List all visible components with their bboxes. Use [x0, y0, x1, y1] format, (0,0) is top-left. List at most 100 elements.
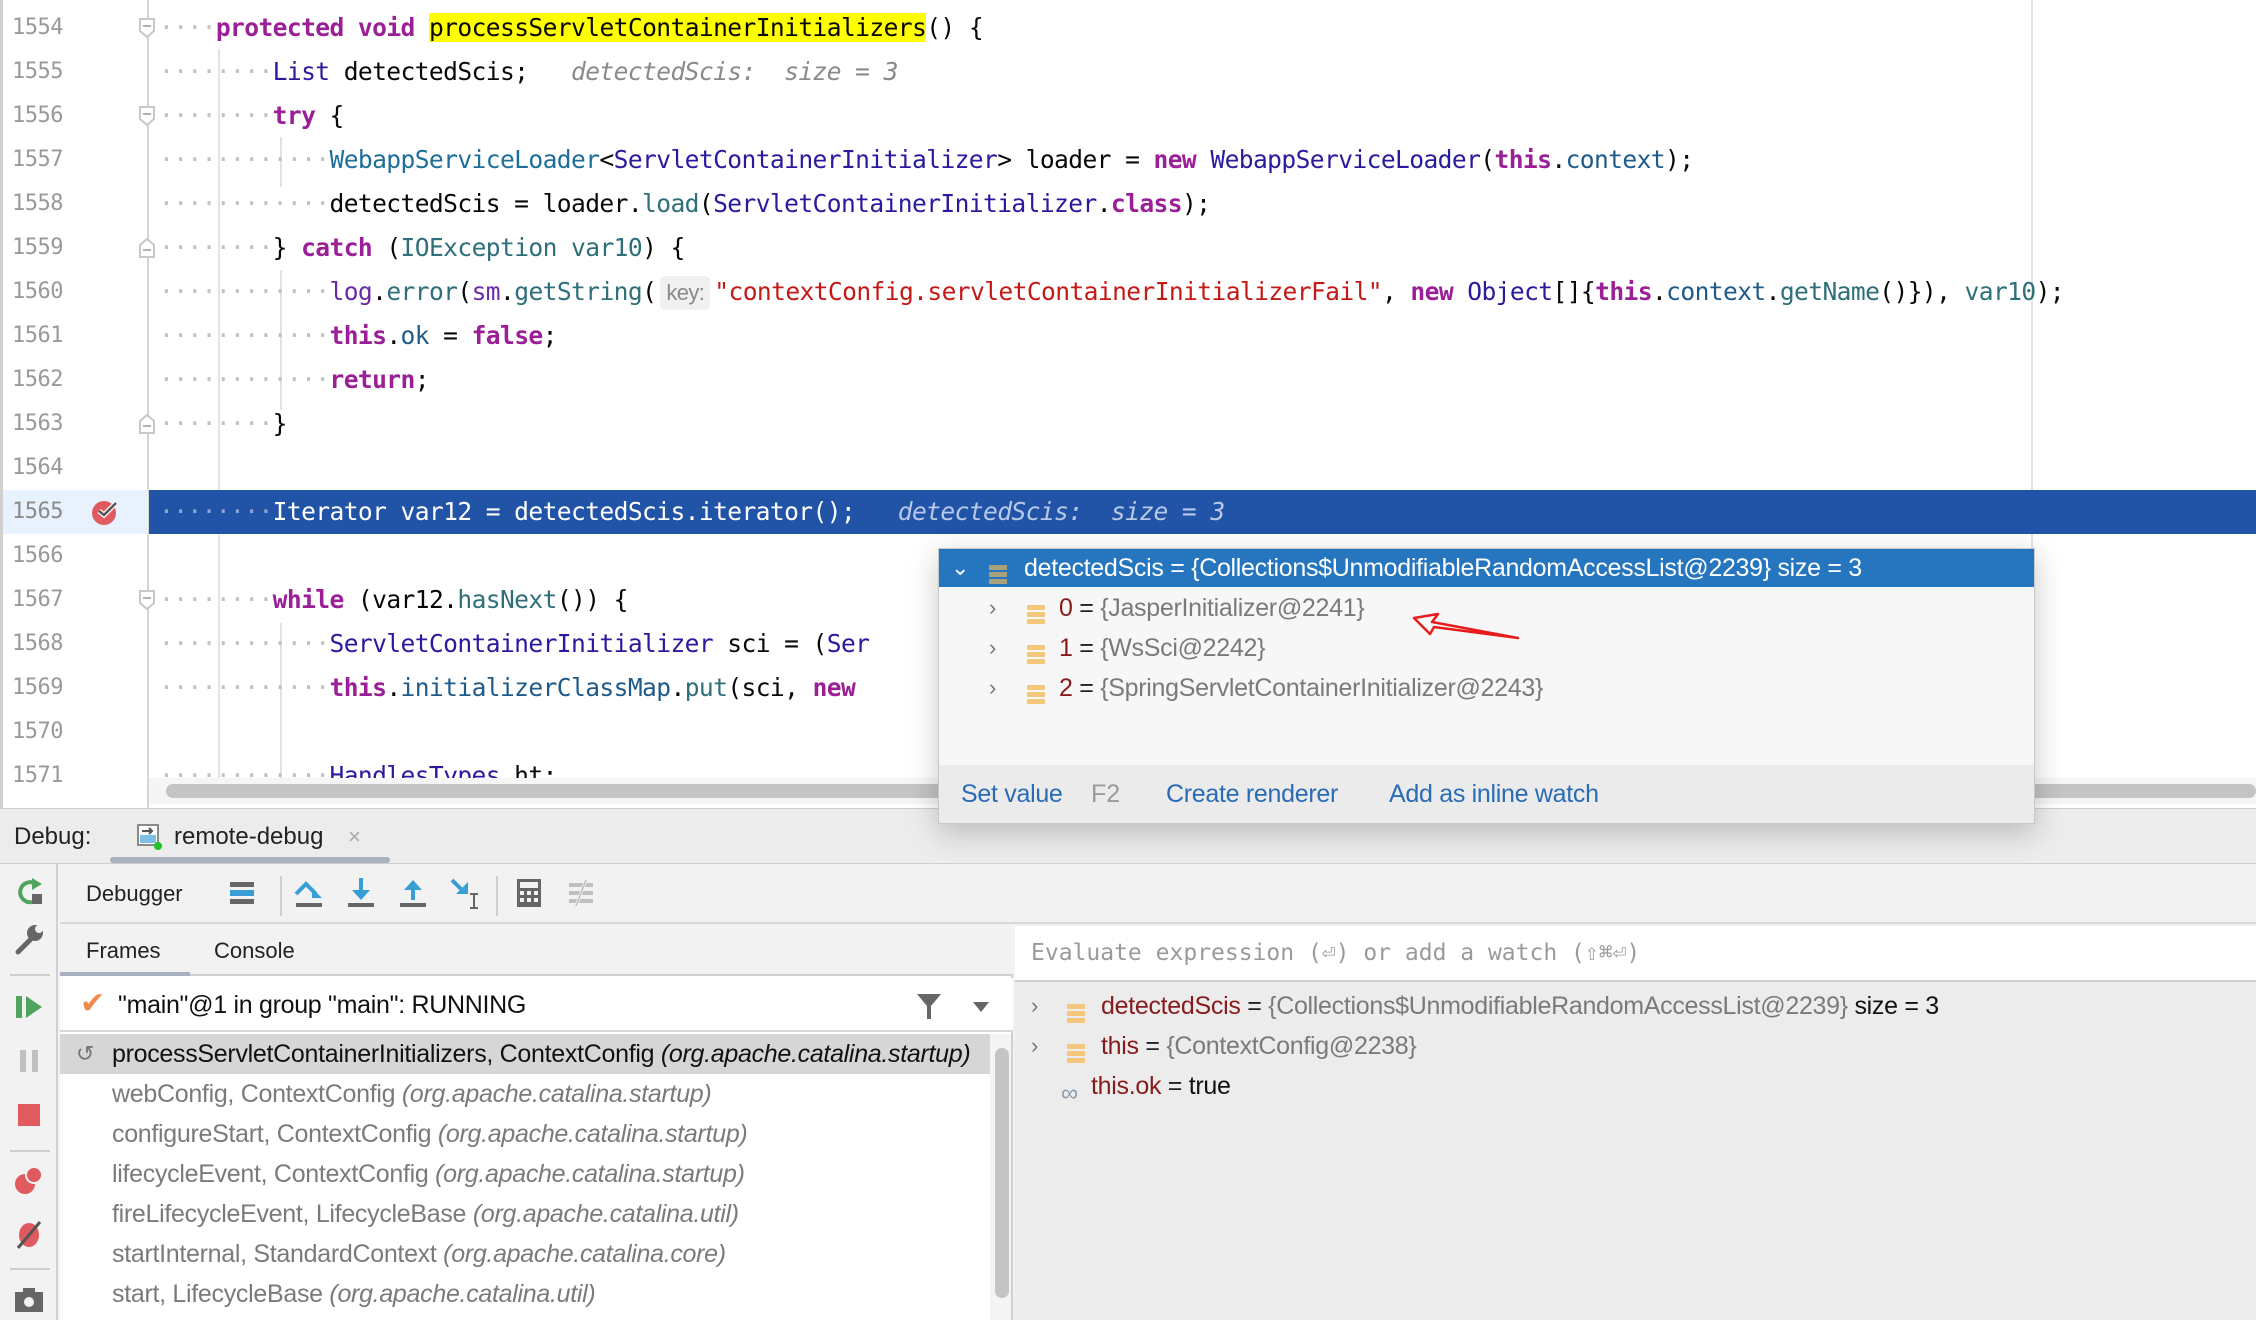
element-value: {SpringServletContainerInitializer@2243} — [1100, 674, 1544, 702]
line-number: 1562 — [12, 367, 63, 392]
checkmark-icon: ✔ — [80, 987, 106, 1020]
code-text: { — [315, 101, 344, 130]
chevron-down-icon[interactable]: ⌄ — [951, 549, 969, 587]
breakpoint-verified-icon[interactable] — [90, 497, 120, 527]
inline-value-hint: detectedScis: size = 3 — [897, 497, 1225, 526]
chevron-right-icon[interactable]: › — [989, 669, 996, 707]
stack-frame[interactable]: lifecycleEvent, ContextConfig (org.apach… — [60, 1154, 990, 1194]
stack-frame[interactable]: start, LifecycleBase (org.apache.catalin… — [60, 1274, 990, 1314]
code-text: Iterator var12 = detectedScis.iterator()… — [272, 497, 856, 526]
variable-value-popup[interactable]: ⌄ detectedScis = {Collections$Unmodifiab… — [938, 548, 2035, 824]
whitespace-dots: ········ — [159, 497, 273, 526]
whitespace-dots: ············ — [159, 629, 330, 658]
code-text: . — [372, 277, 387, 306]
camera-snapshot-icon[interactable] — [12, 1282, 46, 1316]
field-name: ok — [400, 321, 430, 350]
frame-method: start, LifecycleBase — [112, 1280, 330, 1308]
debug-label: Debug: — [14, 823, 92, 850]
chevron-right-icon[interactable]: › — [1031, 986, 1038, 1026]
frame-method: startInternal, StandardContext — [112, 1240, 444, 1268]
element-value: {WsSci@2242} — [1100, 634, 1266, 662]
evaluate-expression-icon[interactable] — [512, 876, 546, 910]
watch-row[interactable]: ∞ this.ok = true — [1015, 1066, 2256, 1107]
tab-console[interactable]: Console — [214, 926, 295, 976]
popup-root-node[interactable]: ⌄ detectedScis = {Collections$Unmodifiab… — [939, 549, 2034, 587]
stack-frame[interactable]: configureStart, ContextConfig (org.apach… — [60, 1114, 990, 1154]
variable-row[interactable]: › detectedScis = {Collections$Unmodifiab… — [1015, 986, 2256, 1026]
rerun-icon[interactable] — [12, 874, 46, 908]
run-to-cursor-icon[interactable] — [448, 876, 482, 910]
code-line[interactable]: 1555 ········List detectedScis; detected… — [0, 50, 2256, 94]
fold-collapse-icon[interactable] — [138, 589, 156, 611]
code-line[interactable]: 1560 ············log.error(sm.getString(… — [0, 270, 2256, 314]
frame-package: (org.apache.catalina.util) — [329, 1280, 596, 1308]
resume-program-icon[interactable] — [12, 990, 46, 1024]
keyword: this — [329, 673, 387, 702]
code-text: . — [1096, 189, 1112, 218]
line-number: 1567 — [12, 587, 63, 612]
stack-frame[interactable]: webConfig, ContextConfig (org.apache.cat… — [60, 1074, 990, 1114]
view-breakpoints-icon[interactable] — [12, 1164, 46, 1198]
code-text: (var12. — [343, 585, 458, 614]
code-line[interactable]: 1557 ············WebappServiceLoader<Ser… — [0, 138, 2256, 182]
pause-program-icon[interactable] — [12, 1044, 46, 1078]
fold-collapse-icon[interactable] — [138, 17, 156, 39]
tab-remote-debug[interactable]: remote-debug × — [110, 809, 390, 865]
frames-scrollbar-thumb[interactable] — [995, 1048, 1009, 1298]
keyword: new — [1153, 145, 1197, 174]
popup-child-node[interactable]: › 2 = {SpringServletContainerInitializer… — [939, 669, 2034, 707]
code-line[interactable]: 1558 ············detectedScis = loader.l… — [0, 182, 2256, 226]
keyword: new — [1410, 277, 1454, 306]
stack-frame[interactable]: ↺ processServletContainerInitializers, C… — [60, 1034, 990, 1074]
current-execution-line[interactable]: 1565 ········Iterator var12 = detectedSc… — [0, 490, 2256, 534]
step-out-icon[interactable] — [396, 876, 430, 910]
whitespace-dots: ············ — [159, 321, 330, 350]
mute-breakpoints-icon[interactable] — [12, 1218, 46, 1252]
chevron-right-icon[interactable]: › — [989, 629, 996, 667]
stop-icon[interactable] — [12, 1098, 46, 1132]
step-over-icon[interactable] — [292, 876, 326, 910]
step-into-icon[interactable] — [344, 876, 378, 910]
thread-selector[interactable]: ✔ "main"@1 in group "main": RUNNING — [60, 978, 1013, 1032]
code-text: detectedScis; — [329, 57, 529, 86]
stack-frame[interactable]: startInternal, StandardContext (org.apac… — [60, 1234, 990, 1274]
code-line[interactable]: 1564 — [0, 446, 2256, 490]
show-execution-point-icon[interactable] — [224, 876, 258, 910]
code-text: ( — [372, 233, 401, 262]
evaluate-expression-input[interactable] — [1015, 926, 2256, 982]
code-line[interactable]: 1556 ········try { — [0, 94, 2256, 138]
line-number: 1564 — [12, 455, 63, 480]
set-value-link[interactable]: Set value — [961, 765, 1063, 823]
wrench-settings-icon[interactable] — [12, 922, 46, 956]
code-line[interactable]: 1563 ········} — [0, 402, 2256, 446]
string-literal: "contextConfig.servletContainerInitializ… — [714, 277, 1382, 306]
chevron-right-icon[interactable]: › — [989, 589, 996, 627]
filter-icon[interactable] — [916, 992, 942, 1020]
add-inline-watch-link[interactable]: Add as inline watch — [1389, 765, 1599, 823]
toolbar-separator — [280, 876, 282, 916]
fold-end-icon[interactable] — [138, 237, 156, 259]
fold-collapse-icon[interactable] — [138, 105, 156, 127]
line-number: 1563 — [12, 411, 63, 436]
create-renderer-link[interactable]: Create renderer — [1166, 765, 1338, 823]
variable-row[interactable]: › this = {ContextConfig@2238} — [1015, 1026, 2256, 1066]
code-line[interactable]: 1561 ············this.ok = false; — [0, 314, 2256, 358]
code-line[interactable]: 1554 ····protected void processServletCo… — [0, 6, 2256, 50]
code-line[interactable]: 1562 ············return; — [0, 358, 2256, 402]
type-name: ServletContainerInitializer — [329, 629, 714, 658]
frame-package: (org.apache.catalina.startup) — [437, 1120, 748, 1148]
chevron-right-icon[interactable]: › — [1031, 1026, 1038, 1066]
debugger-toolbar: Debugger — [60, 864, 2256, 924]
trace-stream-icon[interactable] — [564, 876, 598, 910]
debugger-tab-label[interactable]: Debugger — [86, 864, 183, 924]
code-line[interactable]: 1559 ········} catch (IOException var10)… — [0, 226, 2256, 270]
active-tab-indicator — [110, 857, 390, 863]
fold-end-icon[interactable] — [138, 413, 156, 435]
frames-panel: Frames Console ✔ "main"@1 in group "main… — [60, 926, 1013, 1320]
code-text: . — [1651, 277, 1667, 306]
code-text: () { — [926, 13, 984, 42]
frame-method: processServletContainerInitializers, Con… — [112, 1040, 661, 1068]
stack-frame[interactable]: fireLifecycleEvent, LifecycleBase (org.a… — [60, 1194, 990, 1234]
tab-frames[interactable]: Frames — [86, 926, 161, 976]
chevron-down-icon[interactable] — [972, 1000, 990, 1012]
